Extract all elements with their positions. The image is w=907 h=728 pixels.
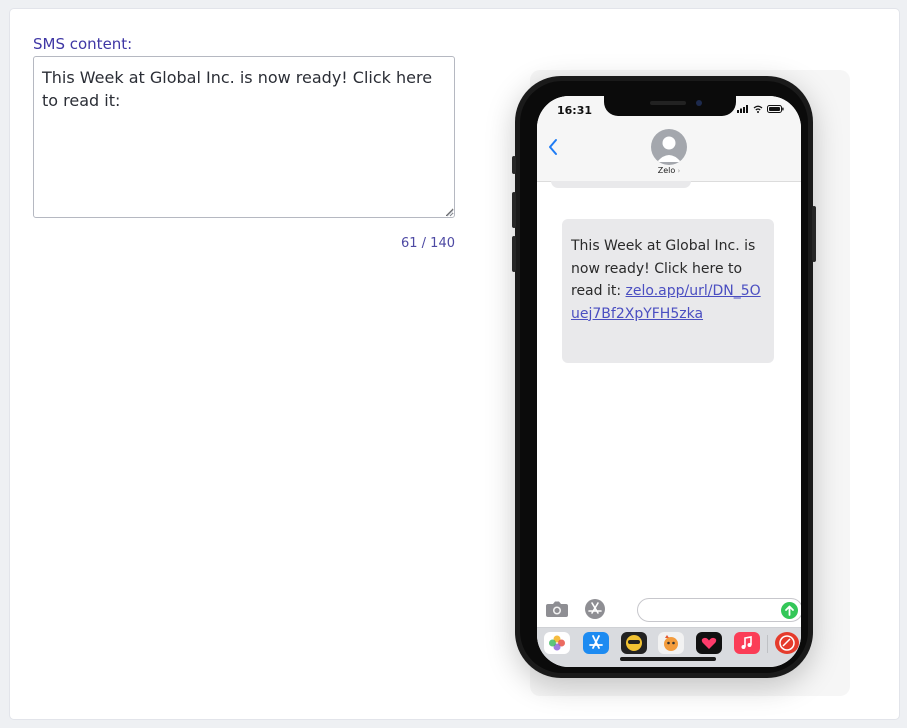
send-arrow-icon [785, 605, 794, 616]
phone-power-button [812, 206, 816, 262]
wifi-icon [753, 105, 763, 113]
signal-icon [737, 105, 748, 113]
phone-bezel: 16:31 Zelo › This Week at Global Inc. is… [520, 81, 808, 673]
person-icon [657, 136, 681, 162]
animoji-icon [664, 635, 678, 651]
contact-name[interactable]: Zelo › [537, 166, 801, 175]
send-button[interactable] [781, 602, 798, 619]
status-time: 16:31 [557, 104, 593, 117]
photos-app-icon[interactable] [544, 632, 570, 654]
digital-touch-app-icon[interactable] [696, 632, 722, 654]
camera-icon[interactable] [545, 600, 569, 618]
app-drawer-divider [767, 635, 768, 653]
phone-screen: 16:31 Zelo › This Week at Global Inc. is… [537, 96, 801, 667]
activity-app-icon[interactable] [775, 632, 799, 654]
imessage-input[interactable] [637, 598, 801, 622]
photos-icon [549, 635, 565, 651]
phone-speaker [650, 101, 686, 105]
music-app-icon[interactable] [734, 632, 760, 654]
message-bubble: This Week at Global Inc. is now ready! C… [562, 219, 774, 363]
music-note-icon [741, 636, 752, 649]
character-counter: 61 / 140 [401, 236, 455, 251]
phone-preview: 16:31 Zelo › This Week at Global Inc. is… [512, 76, 816, 678]
phone-volume-down [512, 236, 516, 272]
imessage-app-drawer [537, 627, 801, 667]
status-icons [737, 105, 784, 113]
heart-icon [701, 637, 717, 649]
contact-avatar[interactable] [651, 129, 687, 165]
home-indicator [620, 657, 716, 661]
memoji-icon [626, 635, 642, 651]
resize-grip-icon[interactable] [445, 208, 454, 217]
front-camera [696, 100, 702, 106]
app-store-icon[interactable] [582, 598, 608, 620]
app-store-a-icon [589, 635, 603, 649]
activity-icon [779, 635, 795, 651]
sms-content-textarea[interactable]: This Week at Global Inc. is now ready! C… [33, 56, 455, 218]
previous-message-bubble [551, 181, 691, 188]
phone-side-button [512, 156, 516, 174]
animoji-app-icon[interactable] [658, 632, 684, 654]
battery-icon [767, 105, 784, 113]
app-store-app-icon[interactable] [583, 632, 609, 654]
memoji-app-icon[interactable] [621, 632, 647, 654]
phone-notch [604, 96, 736, 116]
contact-chevron-icon: › [675, 167, 681, 175]
phone-volume-up [512, 192, 516, 228]
sms-content-label: SMS content: [33, 35, 133, 53]
compose-bar [537, 596, 801, 628]
back-chevron-icon[interactable] [547, 138, 559, 156]
